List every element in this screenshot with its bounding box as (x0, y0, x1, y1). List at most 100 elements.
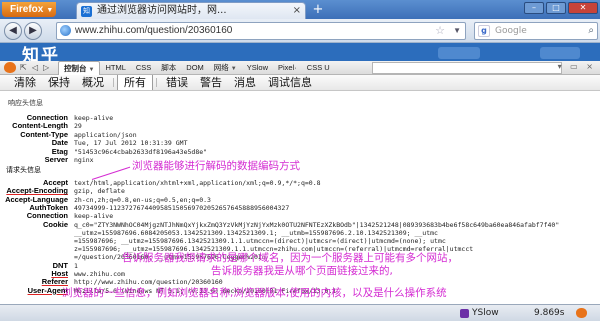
forward-icon[interactable]: ▶ (24, 22, 42, 40)
console-filter-bar: 清除 保持 概况 所有 错误 警告 消息 调试信息 (0, 75, 600, 91)
yslow-label[interactable]: YSlow (472, 307, 499, 320)
firebug-tab-label: 脚本 (161, 63, 177, 72)
url-dropdown-icon[interactable]: ▼ (453, 23, 461, 39)
filter-button[interactable]: 清除 (8, 75, 42, 90)
divider (156, 78, 157, 87)
header-name: Connection (26, 211, 68, 221)
firebug-tab-label: 网络 (213, 63, 229, 72)
header-value: application/json (74, 130, 137, 139)
firebug-tab[interactable]: HTML (100, 61, 130, 75)
google-icon[interactable]: g (478, 25, 490, 37)
search-input[interactable]: g Google ⌕ (474, 22, 598, 40)
page-nav-button[interactable] (438, 47, 480, 59)
header-row: AuthToken 49734999-1123727674409585150569… (0, 203, 600, 212)
search-icon[interactable]: ⌕ (588, 23, 594, 39)
firebug-tab-label: CSS U (306, 63, 330, 72)
header-value: nginx (74, 156, 94, 164)
firebug-tab[interactable]: CSS (131, 61, 156, 75)
firebug-window-controls[interactable]: ▾ ▭ × (558, 62, 596, 71)
header-row: Connection keep-alive (0, 211, 600, 221)
filter-button[interactable]: 概况 (76, 75, 110, 90)
filter-button[interactable]: 调试信息 (262, 75, 318, 90)
yslow-icon[interactable] (460, 309, 469, 318)
tab-title: 通过浏览器访问网站时，网... (97, 5, 227, 16)
cookie-line: __utmz=155987696.6084205053.1342521309.1… (74, 228, 438, 237)
url-text: www.zhihu.com/question/20360160 (75, 25, 233, 36)
firebug-tab[interactable]: DOM (181, 61, 209, 75)
annotation-accept-encoding: 浏览器能够进行解码的数据编码方式 (132, 160, 300, 172)
filter-button[interactable]: 警告 (194, 75, 228, 90)
page-header: 知乎 (0, 43, 600, 66)
header-row: Date Tue, 17 Jul 2012 10:31:39 GMT (0, 138, 600, 148)
url-input[interactable]: www.zhihu.com/question/20360160 ☆ ▼ (56, 22, 466, 40)
request-headers-title-text: 请求头信息 (6, 167, 41, 174)
firebug-tabs: 控制台 ▼ HTML CSS 脚本 DOM 网络 ▼ YSlow Pixel· CSS U (58, 61, 335, 75)
header-row: Cookie q_c0="ZTY3NWNhOC04MjgzNTJhNmQxYjkx… (0, 219, 600, 261)
annotation-user-agent: 浏览器的一些信息，例如浏览器名称,浏览器版本,使用的内核，以及是什么操作系统 (62, 287, 447, 299)
chevron-down-icon[interactable]: ▼ (231, 66, 237, 72)
firebug-tab-label: HTML (105, 63, 126, 72)
page-user-button[interactable] (540, 47, 580, 59)
header-value: 1 (74, 261, 78, 270)
cookie-line: =155987696; __utmz=155987696.1342521309.… (74, 236, 446, 245)
header-value: text/html,application/xhtml+xml,applicat… (74, 179, 321, 187)
header-row: Connection keep-alive (0, 114, 600, 123)
forward-nav-icon[interactable]: ▷ (43, 62, 49, 74)
zhihu-favicon-icon: 知 (81, 6, 92, 17)
firebug-toolbar: ⇱ ◁ ▷ 控制台 ▼ HTML CSS 脚本 DOM 网络 ▼ YSlow Pixel· CSS … (0, 61, 600, 75)
header-value: 49734999-1123727674409585150569702052657… (74, 203, 290, 212)
firebug-tab[interactable]: Pixel· (273, 61, 302, 75)
back-icon[interactable]: ◀ (4, 22, 22, 40)
firebug-tab-label: 控制台 (64, 64, 87, 73)
back-nav-icon[interactable]: ◁ (32, 62, 38, 74)
window-controls: – □ ✕ (524, 2, 598, 14)
header-row: Content-Length 29 (0, 122, 600, 131)
browser-tab-bar: Firefox ▼ 知 通过浏览器访问网站时，网... × + – □ ✕ (0, 0, 600, 19)
response-headers-title[interactable]: 响应头信息 (8, 98, 43, 108)
header-row: Accept text/html,application/xhtml+xml,ap… (0, 179, 600, 188)
firebug-tab[interactable]: CSS U (302, 61, 335, 75)
request-headers-title[interactable]: 请求头信息 (6, 165, 41, 175)
header-value: Tue, 17 Jul 2012 10:31:39 GMT (74, 139, 188, 148)
close-icon[interactable]: × (293, 3, 301, 18)
firebug-search-input[interactable] (372, 62, 562, 74)
header-value: "51453c96c4cbab2633df8196a43e5d8e" (74, 147, 208, 156)
chevron-down-icon[interactable]: ▼ (89, 67, 95, 73)
header-value: gzip, deflate (74, 187, 125, 196)
firefox-menu-button[interactable]: Firefox ▼ (2, 2, 56, 17)
firebug-status-icon[interactable] (576, 308, 587, 318)
filter-button[interactable]: 保持 (42, 75, 76, 90)
header-row: Server nginx (0, 156, 600, 165)
firebug-tab[interactable]: 脚本 (156, 61, 181, 75)
filter-button[interactable]: 错误 (160, 75, 194, 90)
maximize-icon[interactable]: □ (546, 2, 566, 14)
firebug-tab-label: Pixel· (278, 63, 297, 72)
filter-button[interactable]: 所有 (117, 75, 153, 90)
firebug-icon[interactable] (4, 62, 16, 73)
window-close-icon[interactable]: ✕ (568, 2, 598, 14)
load-time: 9.869s (534, 308, 565, 318)
navigation-bar: ◀ ▶ www.zhihu.com/question/20360160 ☆ ▼ … (0, 19, 600, 43)
header-name: Date (51, 138, 68, 148)
inspect-icon[interactable]: ⇱ (20, 62, 27, 74)
header-name: Cookie (42, 219, 68, 229)
chevron-down-icon: ▼ (46, 7, 54, 14)
bookmark-star-icon[interactable]: ☆ (435, 23, 445, 39)
firefox-menu-label: Firefox (10, 4, 44, 15)
firebug-tab[interactable]: 控制台 ▼ (58, 61, 101, 75)
header-value: keep-alive (74, 114, 114, 122)
annotation-referer: 告诉服务器我是从哪个页面链接过来的, (211, 265, 393, 277)
firebug-tab[interactable]: 网络 ▼ (209, 61, 242, 75)
header-value: www.zhihu.com (74, 270, 125, 279)
filter-button[interactable]: 消息 (228, 75, 262, 90)
firebug-tab[interactable]: YSlow (242, 61, 273, 75)
header-row: Etag "51453c96c4cbab2633df8196a43e5d8e" (0, 147, 600, 156)
minimize-icon[interactable]: – (524, 2, 544, 14)
header-value: 29 (74, 122, 82, 131)
header-value: zh-cn,zh;q=0.8,en-us;q=0.5,en;q=0.3 (74, 195, 211, 204)
header-value: keep-alive (74, 212, 114, 221)
new-tab-icon[interactable]: + (310, 3, 326, 17)
firebug-tab-label: YSlow (246, 63, 269, 72)
site-identity-icon[interactable] (60, 25, 71, 36)
browser-tab[interactable]: 知 通过浏览器访问网站时，网... × (76, 2, 306, 19)
